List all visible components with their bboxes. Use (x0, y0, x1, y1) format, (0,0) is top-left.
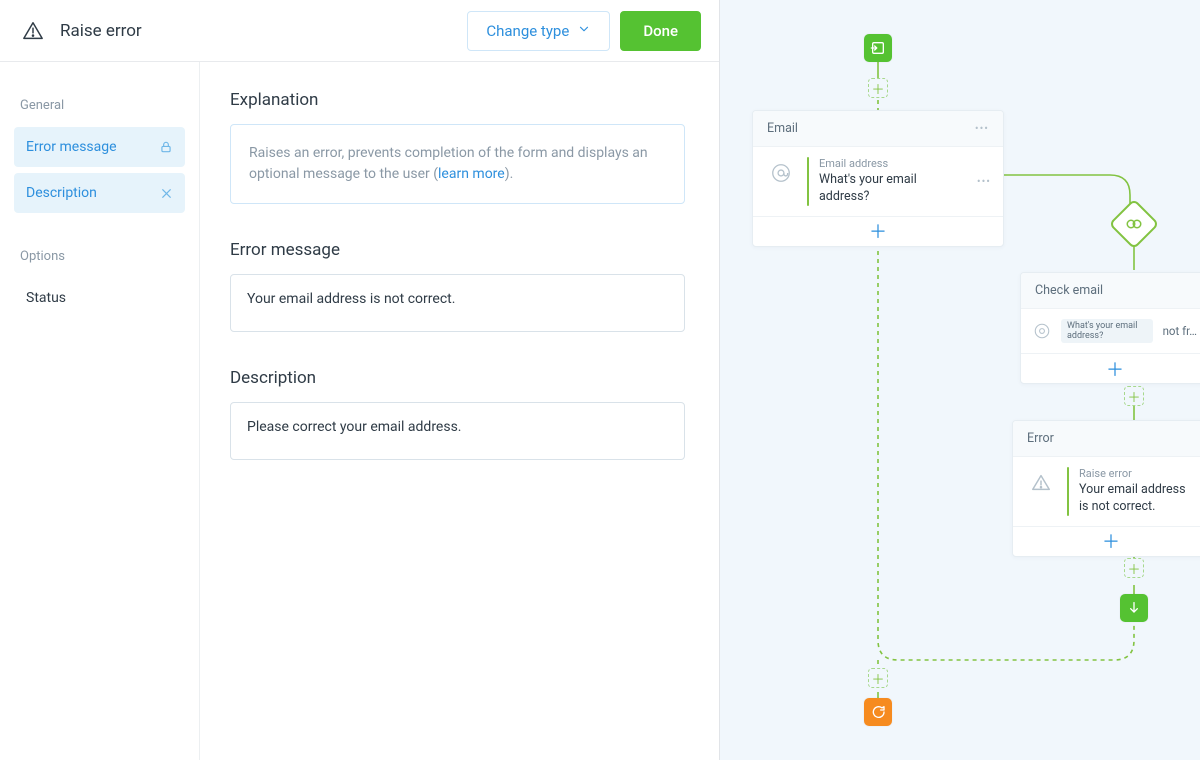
description-value: Please correct your email address. (247, 419, 462, 435)
add-step-button[interactable]: ＋ (868, 668, 888, 688)
learn-more-link[interactable]: learn more (438, 166, 505, 182)
add-step-button[interactable]: ＋ (1124, 386, 1144, 406)
sidebar-item-error-message[interactable]: Error message (14, 127, 185, 167)
add-step-button[interactable]: ＋ (1124, 558, 1144, 578)
done-label: Done (643, 22, 678, 40)
check-card-title: Check email (1035, 283, 1103, 298)
sidebar-item-label: Error message (26, 139, 117, 155)
change-type-button[interactable]: Change type (467, 11, 610, 51)
error-card-title: Error (1027, 431, 1054, 446)
more-icon[interactable]: ••• (975, 122, 989, 135)
error-message-value: Your email address is not correct. (247, 291, 455, 307)
sidebar-group-options: Options (14, 241, 185, 272)
email-row-title: What's your email address? (819, 172, 967, 206)
flow-canvas[interactable]: ＋ Email ••• Email address What's your em… (720, 0, 1200, 760)
page-title-text: Raise error (60, 21, 142, 41)
warning-icon (22, 20, 44, 42)
error-row-kicker: Raise error (1079, 467, 1197, 480)
check-email-node-card[interactable]: Check email What's your email address? n… (1020, 272, 1200, 384)
page-title: Raise error (22, 20, 142, 42)
start-node[interactable] (864, 34, 892, 62)
error-row-title: Your email address is not correct. (1079, 482, 1197, 516)
sidebar-group-general: General (14, 90, 185, 121)
email-row-kicker: Email address (819, 157, 967, 170)
chat-end-node[interactable] (864, 698, 892, 726)
chevron-down-icon (577, 22, 591, 40)
sidebar-item-description[interactable]: Description (14, 173, 185, 213)
add-row-button[interactable]: ＋ (1102, 532, 1120, 550)
email-node-card[interactable]: Email ••• Email address What's your emai… (752, 110, 1004, 247)
error-node-card[interactable]: Error Raise error Your email address is … (1012, 420, 1200, 557)
explanation-block: Explanation Raises an error, prevents co… (230, 90, 685, 204)
decision-node[interactable] (1109, 199, 1160, 250)
description-block: Description Please correct your email ad… (230, 368, 685, 460)
close-icon[interactable] (160, 187, 173, 200)
explanation-text-b: ). (505, 166, 514, 182)
field-chip: What's your email address? (1061, 319, 1153, 343)
done-button[interactable]: Done (620, 11, 701, 51)
more-icon[interactable]: ••• (977, 175, 991, 188)
sidebar-item-label: Status (26, 290, 66, 306)
editor-header: Raise error Change type Done (0, 0, 719, 62)
description-input[interactable]: Please correct your email address. (230, 402, 685, 460)
description-title: Description (230, 368, 685, 388)
branch-icon (1125, 215, 1143, 233)
main-content: Explanation Raises an error, prevents co… (200, 62, 719, 760)
add-step-button[interactable]: ＋ (868, 78, 888, 98)
sidebar-item-status[interactable]: Status (14, 278, 185, 318)
lock-icon (159, 140, 173, 154)
at-icon (1033, 320, 1051, 342)
email-card-title: Email (767, 121, 798, 136)
sidebar-item-label: Description (26, 185, 97, 201)
end-arrow-node[interactable] (1120, 594, 1148, 622)
warning-icon (1025, 467, 1057, 499)
explanation-title: Explanation (230, 90, 685, 110)
change-type-label: Change type (486, 22, 569, 40)
explanation-text: Raises an error, prevents completion of … (230, 124, 685, 204)
editor-panel: Raise error Change type Done General Err… (0, 0, 720, 760)
at-icon (765, 157, 797, 189)
condition-suffix: not fr… (1163, 324, 1197, 338)
add-row-button[interactable]: ＋ (869, 222, 887, 240)
error-message-input[interactable]: Your email address is not correct. (230, 274, 685, 332)
sidebar: General Error message Description (0, 62, 200, 760)
error-message-block: Error message Your email address is not … (230, 240, 685, 332)
add-row-button[interactable]: ＋ (1106, 360, 1124, 378)
error-message-title: Error message (230, 240, 685, 260)
